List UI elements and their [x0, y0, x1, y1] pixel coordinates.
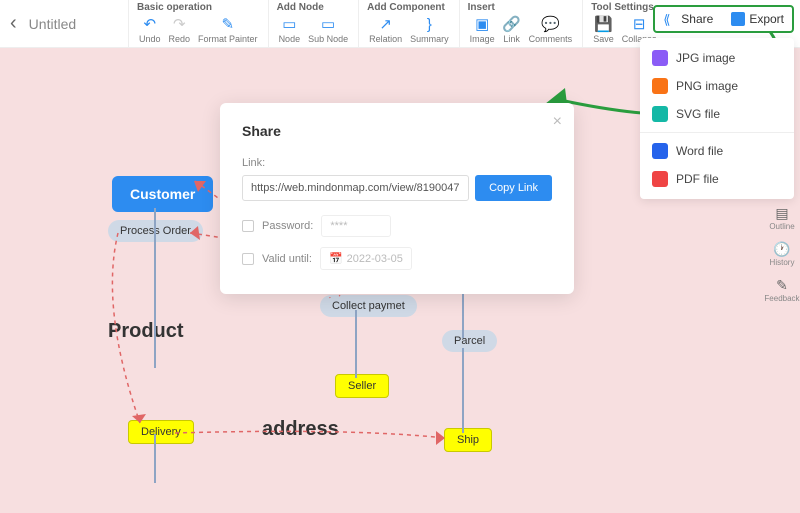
export-jpg[interactable]: JPG image [640, 44, 794, 72]
save-icon: 💾 [594, 15, 612, 33]
redo-icon: ↷ [170, 15, 188, 33]
valid-until-checkbox[interactable] [242, 253, 254, 265]
jpg-icon [652, 50, 668, 66]
valid-until-field[interactable]: 📅2022-03-05 [320, 247, 412, 270]
share-modal-title: Share [242, 123, 552, 139]
feedback-icon: ✎ [776, 277, 788, 294]
group-basic-label: Basic operation [137, 2, 260, 13]
word-icon [652, 143, 668, 159]
save-button[interactable]: 💾Save [591, 15, 616, 44]
doc-title-area: ‹ Untitled [0, 0, 128, 47]
export-button[interactable]: Export [725, 9, 790, 29]
group-add-node-label: Add Node [277, 2, 351, 13]
group-add-component: Add Component ↗Relation }Summary [358, 0, 459, 47]
comments-button[interactable]: 💬Comments [527, 15, 575, 44]
relation-button[interactable]: ↗Relation [367, 15, 404, 44]
share-export-buttons: ⟪Share Export [653, 5, 794, 33]
node-icon: ▭ [280, 15, 298, 33]
subnode-button[interactable]: ▭Sub Node [306, 15, 350, 44]
share-link-input[interactable] [242, 175, 469, 201]
rt-outline[interactable]: ▤Outline [769, 205, 794, 231]
link-icon: 🔗 [503, 15, 521, 33]
node-button[interactable]: ▭Node [277, 15, 303, 44]
group-add-component-label: Add Component [367, 2, 451, 13]
undo-button[interactable]: ↶Undo [137, 15, 163, 44]
png-icon [652, 78, 668, 94]
summary-icon: } [420, 15, 438, 33]
group-tool-settings-label: Tool Settings [591, 2, 659, 13]
undo-icon: ↶ [141, 15, 159, 33]
rt-history[interactable]: 🕐History [770, 241, 795, 267]
calendar-icon: 📅 [329, 252, 343, 265]
close-icon[interactable]: × [553, 113, 562, 131]
share-icon: ⟪ [663, 12, 677, 26]
collapse-icon: ⊟ [630, 15, 648, 33]
image-icon: ▣ [473, 15, 491, 33]
share-button[interactable]: ⟪Share [657, 9, 719, 29]
svg-icon [652, 106, 668, 122]
comments-icon: 💬 [541, 15, 559, 33]
outline-icon: ▤ [775, 205, 788, 222]
node-parcel[interactable]: Parcel [442, 330, 497, 352]
subnode-icon: ▭ [319, 15, 337, 33]
export-icon [731, 12, 745, 26]
link-button[interactable]: 🔗Link [501, 15, 523, 44]
node-delivery[interactable]: Delivery [128, 420, 194, 444]
label-product: Product [108, 320, 184, 343]
format-painter-icon: ✎ [219, 15, 237, 33]
node-collect-payment[interactable]: Collect paymet [320, 295, 417, 317]
group-basic: Basic operation ↶Undo ↷Redo ✎Format Pain… [128, 0, 268, 47]
export-word[interactable]: Word file [640, 137, 794, 165]
node-process-order[interactable]: Process Order [108, 220, 203, 242]
export-dropdown: JPG image PNG image SVG file Word file P… [640, 38, 794, 199]
relation-icon: ↗ [377, 15, 395, 33]
pdf-icon [652, 171, 668, 187]
back-chevron-icon[interactable]: ‹ [10, 12, 17, 35]
password-field[interactable]: **** [321, 215, 391, 237]
export-separator [640, 132, 794, 133]
label-address: address [262, 418, 339, 441]
password-label: Password: [262, 220, 313, 232]
image-button[interactable]: ▣Image [468, 15, 497, 44]
export-pdf[interactable]: PDF file [640, 165, 794, 193]
group-insert: Insert ▣Image 🔗Link 💬Comments [459, 0, 583, 47]
history-icon: 🕐 [773, 241, 790, 258]
node-seller[interactable]: Seller [335, 374, 389, 398]
group-insert-label: Insert [468, 2, 575, 13]
doc-title[interactable]: Untitled [29, 16, 76, 32]
node-ship[interactable]: Ship [444, 428, 492, 452]
group-add-node: Add Node ▭Node ▭Sub Node [268, 0, 359, 47]
format-painter-button[interactable]: ✎Format Painter [196, 15, 260, 44]
node-customer[interactable]: Customer [112, 176, 213, 212]
valid-until-label: Valid until: [262, 253, 312, 265]
rt-feedback[interactable]: ✎Feedback [764, 277, 799, 303]
export-png[interactable]: PNG image [640, 72, 794, 100]
share-modal: × Share Link: Copy Link Password: **** V… [220, 103, 574, 294]
link-label: Link: [242, 157, 552, 169]
redo-button[interactable]: ↷Redo [167, 15, 193, 44]
summary-button[interactable]: }Summary [408, 15, 451, 44]
export-svg[interactable]: SVG file [640, 100, 794, 128]
password-checkbox[interactable] [242, 220, 254, 232]
copy-link-button[interactable]: Copy Link [475, 175, 552, 201]
